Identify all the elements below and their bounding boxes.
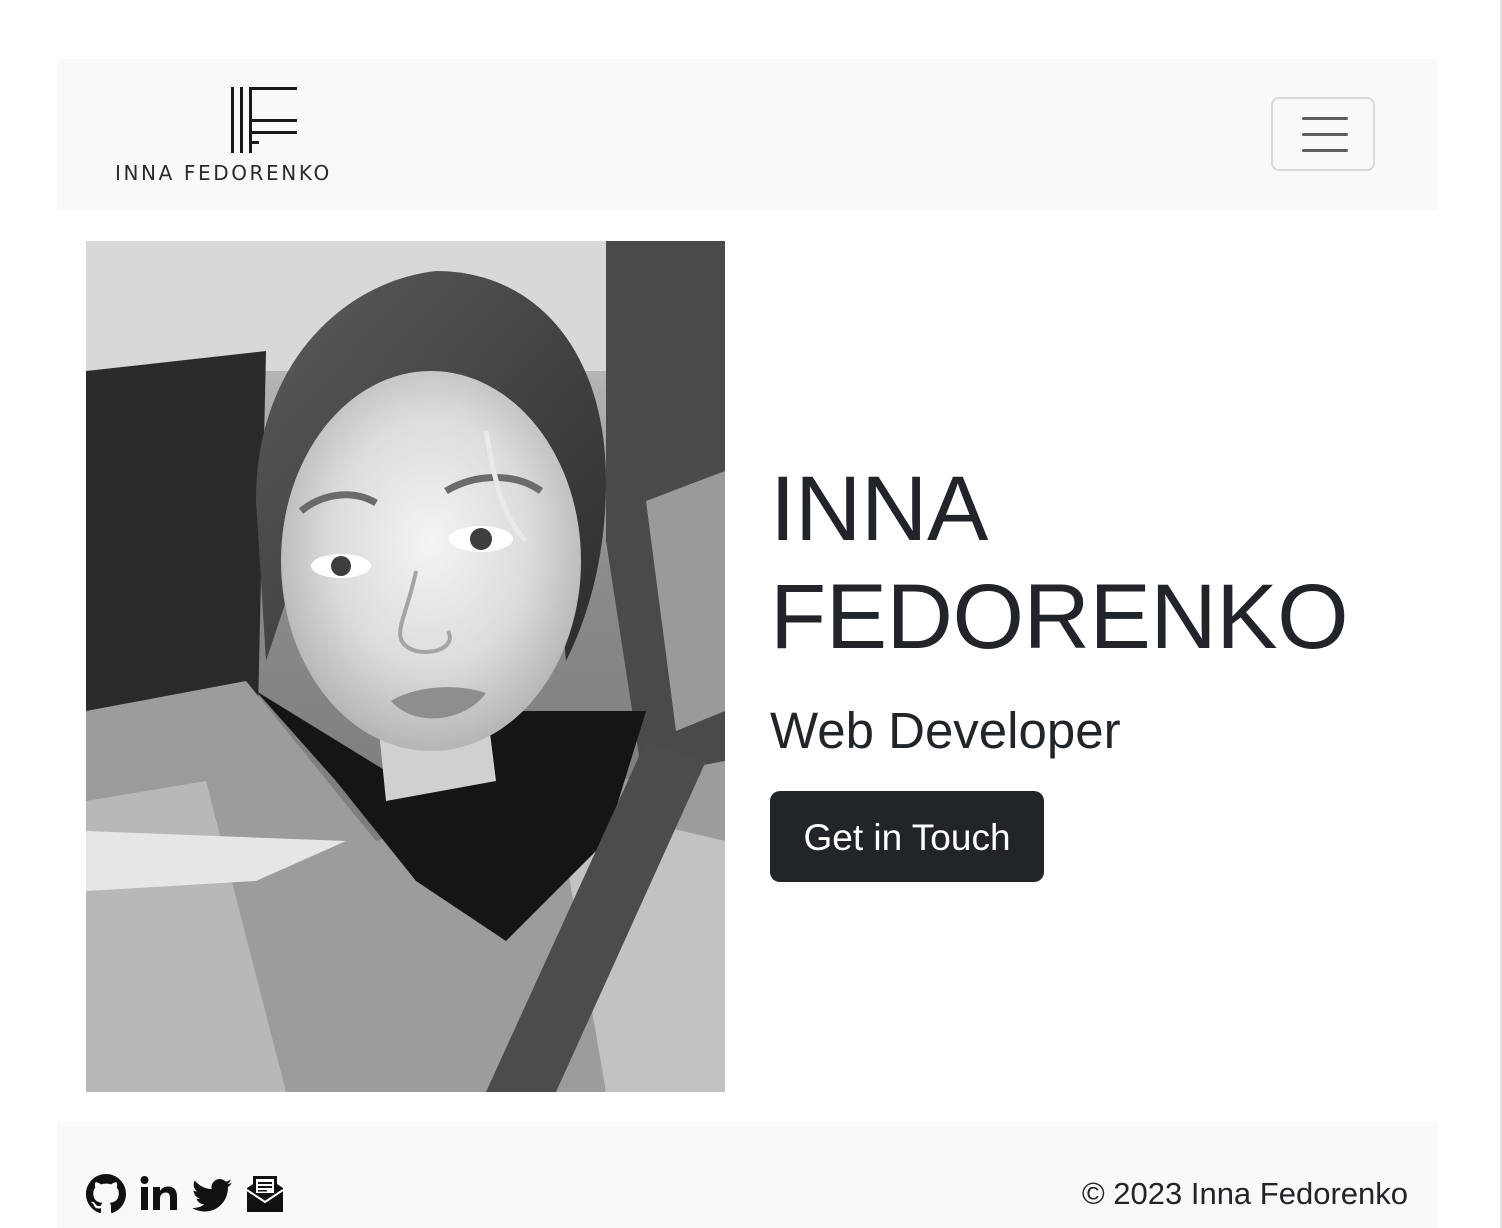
social-links [86, 1174, 285, 1214]
profile-photo [86, 241, 725, 1092]
linkedin-link[interactable] [139, 1174, 179, 1214]
email-link[interactable] [245, 1174, 285, 1214]
navbar: INNA FEDORENKO [57, 59, 1438, 210]
profile-photo-image [86, 241, 725, 1092]
hero-subtitle: Web Developer [770, 702, 1121, 759]
github-icon [86, 1174, 126, 1214]
twitter-icon [192, 1178, 232, 1212]
twitter-link[interactable] [192, 1174, 232, 1214]
footer: © 2023 Inna Fedorenko [57, 1122, 1438, 1228]
linkedin-icon [140, 1176, 177, 1210]
email-icon [246, 1176, 284, 1212]
brand-monogram-logo [231, 87, 297, 153]
hero-text-block: INNA FEDORENKO Web Developer [770, 455, 1430, 761]
copyright-text: © 2023 Inna Fedorenko [1081, 1176, 1408, 1211]
brand-name-text: INNA FEDORENKO [115, 161, 332, 185]
hero-name-heading: INNA FEDORENKO [770, 458, 1349, 668]
get-in-touch-button[interactable]: Get in Touch [770, 791, 1044, 882]
github-link[interactable] [86, 1174, 126, 1214]
brand-logo-link[interactable]: INNA FEDORENKO [115, 85, 375, 185]
navbar-toggler-button[interactable] [1271, 97, 1375, 171]
